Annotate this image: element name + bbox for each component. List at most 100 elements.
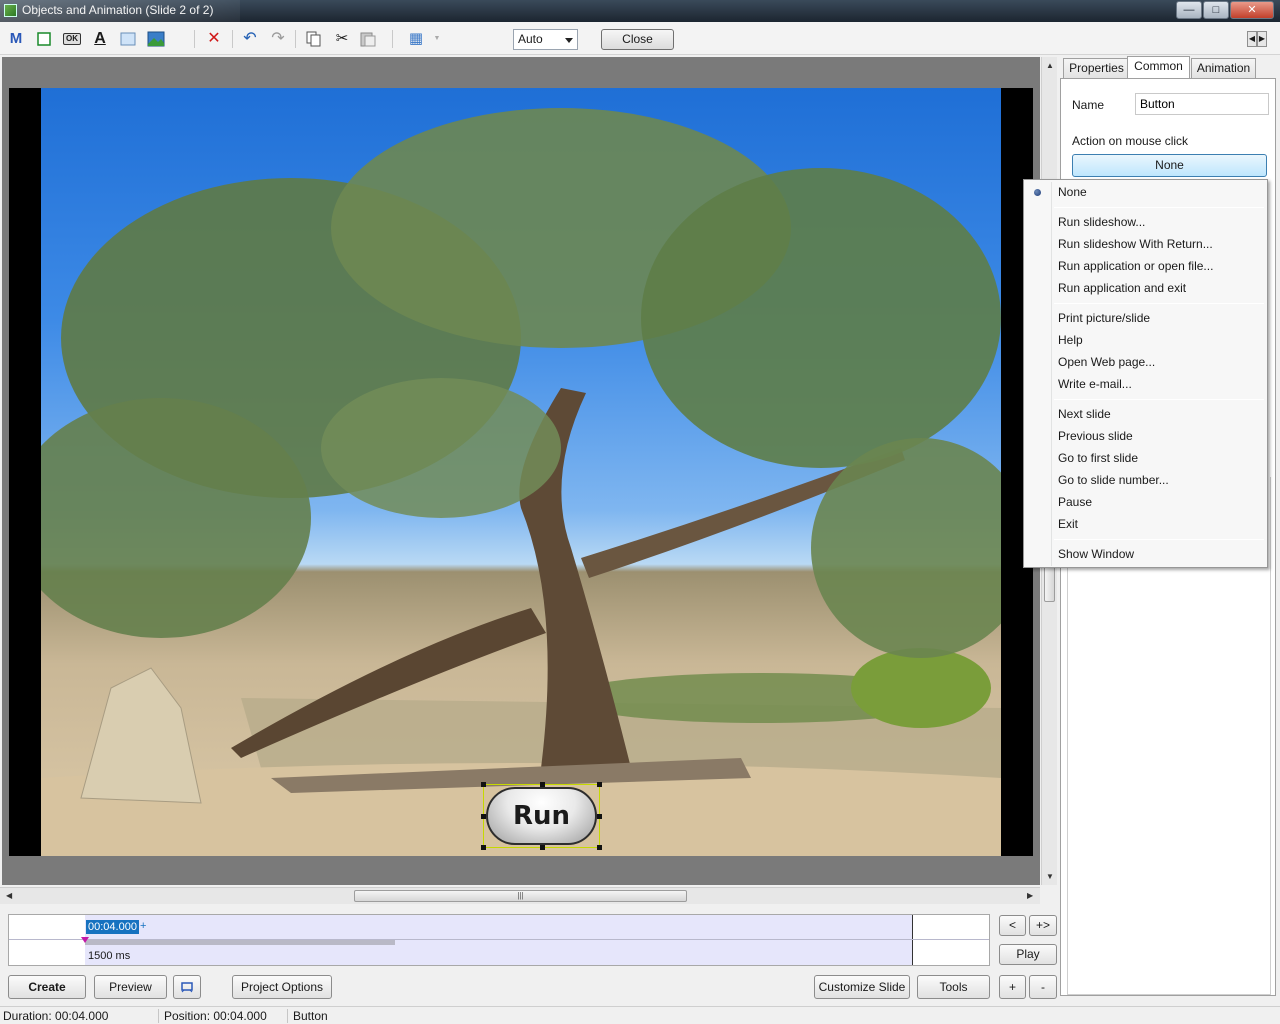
horizontal-scrollbar[interactable]: ◀ ||| ▶	[0, 887, 1040, 904]
app-icon	[4, 4, 17, 17]
resize-handle[interactable]	[597, 782, 602, 787]
resize-handle[interactable]	[540, 782, 545, 787]
timeline-duration-bar[interactable]	[85, 940, 395, 945]
menu-item[interactable]: Exit	[1058, 514, 1263, 534]
close-button[interactable]: Close	[601, 29, 674, 50]
resize-handle[interactable]	[481, 814, 486, 819]
window-title: Objects and Animation (Slide 2 of 2)	[22, 3, 214, 17]
resize-handle[interactable]	[597, 845, 602, 850]
ok-glyph: OK	[63, 33, 81, 45]
add-button-icon[interactable]: OK	[63, 30, 81, 48]
menu-item[interactable]: Run application and exit	[1058, 278, 1263, 298]
scroll-left-icon[interactable]: ◀	[6, 891, 12, 900]
grid-icon[interactable]: ▦	[407, 30, 425, 48]
toolbar-separator	[194, 30, 195, 48]
menu-item[interactable]: Next slide	[1058, 404, 1263, 424]
menu-item[interactable]: Show Window	[1058, 544, 1263, 564]
menu-gutter	[1051, 182, 1052, 566]
run-button-object[interactable]: Run	[481, 782, 602, 850]
nav-right-icon[interactable]: ▶	[1257, 31, 1267, 47]
action-label: Action on mouse click	[1072, 134, 1189, 148]
add-text-M-icon[interactable]: M	[7, 30, 25, 48]
toolbar: M OK A ✕ ↶ ↷ ✂ ▦ ▼ Auto Close ◀ ▶	[0, 22, 1280, 55]
action-dropdown-button[interactable]: None	[1072, 154, 1267, 177]
preview-button[interactable]: Preview	[94, 975, 167, 999]
add-image-icon[interactable]	[147, 30, 165, 48]
paste-icon[interactable]	[359, 30, 377, 48]
slide-photo	[41, 88, 1001, 856]
slide	[9, 88, 1033, 856]
status-position: Position: 00:04.000	[164, 1009, 267, 1023]
menu-item[interactable]: Run slideshow With Return...	[1058, 234, 1263, 254]
action-menu: None Run slideshow... Run slideshow With R…	[1023, 179, 1268, 568]
grid-dropdown-arrow-icon[interactable]: ▼	[428, 30, 446, 48]
cut-icon[interactable]: ✂	[333, 30, 351, 48]
scroll-thumb[interactable]: |||	[354, 890, 687, 902]
project-options-button[interactable]: Project Options	[232, 975, 332, 999]
add-text-icon[interactable]: A	[91, 30, 109, 48]
scroll-right-icon[interactable]: ▶	[1027, 891, 1033, 900]
copy-icon[interactable]	[305, 30, 323, 48]
menu-item[interactable]: Run application or open file...	[1058, 256, 1263, 276]
menu-separator	[1054, 539, 1264, 540]
status-object: Button	[293, 1009, 328, 1023]
resize-handle[interactable]	[481, 845, 486, 850]
menu-item[interactable]: Write e-mail...	[1058, 374, 1263, 394]
tab-animation[interactable]: Animation	[1191, 58, 1256, 78]
name-field[interactable]	[1135, 93, 1269, 115]
zoom-select[interactable]: Auto	[513, 29, 578, 50]
menu-item[interactable]: Pause	[1058, 492, 1263, 512]
status-duration: Duration: 00:04.000	[3, 1009, 109, 1023]
name-label: Name	[1072, 98, 1105, 112]
nav-left-icon[interactable]: ◀	[1247, 31, 1257, 47]
tab-common[interactable]: Common	[1127, 56, 1190, 78]
close-window-button[interactable]: ✕	[1230, 1, 1274, 19]
play-button[interactable]: Play	[999, 944, 1057, 965]
menu-separator	[1054, 399, 1264, 400]
undo-icon[interactable]: ↶	[241, 30, 259, 48]
timeline-marker-icon[interactable]	[81, 937, 89, 943]
add-rectangle-icon[interactable]	[35, 30, 53, 48]
timeline-position[interactable]: 00:04.000	[86, 920, 139, 934]
add-frame-icon[interactable]	[119, 30, 137, 48]
scroll-down-icon[interactable]: ▼	[1046, 872, 1054, 881]
create-button[interactable]: Create	[8, 975, 86, 999]
timeline-expand-button[interactable]: +>	[1029, 915, 1057, 936]
title-bar: Objects and Animation (Slide 2 of 2) — □…	[0, 0, 1280, 22]
status-separator	[158, 1009, 159, 1023]
timeline-duration-label: 1500 ms	[88, 950, 131, 962]
menu-item[interactable]: Go to first slide	[1058, 448, 1263, 468]
slide-canvas[interactable]: Run	[2, 57, 1040, 885]
status-bar: Duration: 00:04.000 Position: 00:04.000 …	[0, 1006, 1280, 1024]
minimize-button[interactable]: —	[1176, 1, 1202, 19]
scroll-up-icon[interactable]: ▲	[1046, 61, 1054, 70]
menu-item[interactable]: None	[1058, 182, 1263, 202]
chevron-down-icon	[565, 38, 573, 43]
add-button[interactable]: +	[999, 975, 1026, 999]
menu-item[interactable]: Go to slide number...	[1058, 470, 1263, 490]
menu-item[interactable]: Help	[1058, 330, 1263, 350]
panel-nav-arrows: ◀ ▶	[1247, 31, 1268, 47]
menu-item[interactable]: Run slideshow...	[1058, 212, 1263, 232]
run-button[interactable]: Run	[486, 787, 597, 845]
timeline-prev-button[interactable]: <	[999, 915, 1026, 936]
menu-item[interactable]: Previous slide	[1058, 426, 1263, 446]
resize-handle[interactable]	[597, 814, 602, 819]
delete-icon[interactable]: ✕	[205, 30, 223, 48]
menu-item[interactable]: Open Web page...	[1058, 352, 1263, 372]
zoom-value: Auto	[518, 32, 543, 46]
scroll-thumb[interactable]	[1044, 562, 1055, 602]
customize-slide-button[interactable]: Customize Slide	[814, 975, 910, 999]
timeline-plus[interactable]: +	[140, 920, 146, 932]
menu-item[interactable]: Print picture/slide	[1058, 308, 1263, 328]
tab-properties[interactable]: Properties	[1063, 58, 1130, 78]
timeline[interactable]: 00:04.000 + 1500 ms	[8, 914, 990, 966]
resize-handle[interactable]	[540, 845, 545, 850]
redo-icon[interactable]: ↷	[269, 30, 287, 48]
maximize-button[interactable]: □	[1203, 1, 1229, 19]
fullscreen-preview-button[interactable]	[173, 975, 201, 999]
resize-handle[interactable]	[481, 782, 486, 787]
radio-selected-icon	[1034, 189, 1041, 196]
tools-button[interactable]: Tools	[917, 975, 990, 999]
remove-button[interactable]: -	[1029, 975, 1057, 999]
